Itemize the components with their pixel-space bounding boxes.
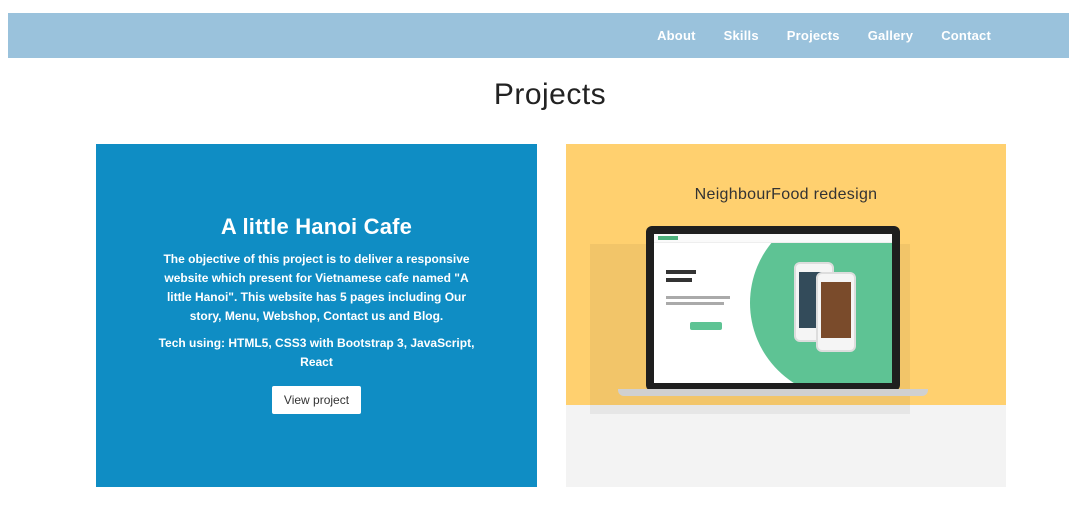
nav-link-contact[interactable]: Contact bbox=[927, 28, 1005, 43]
project-card-neighbourfood[interactable]: NeighbourFood redesign bbox=[566, 144, 1006, 487]
nav-link-about[interactable]: About bbox=[643, 28, 710, 43]
phone-screen bbox=[821, 282, 851, 338]
preview-header bbox=[654, 234, 892, 243]
portfolio-page: About Skills Projects Gallery Contact Pr… bbox=[0, 0, 1076, 517]
laptop-base bbox=[618, 389, 928, 396]
nav-link-gallery[interactable]: Gallery bbox=[854, 28, 928, 43]
project-description: The objective of this project is to deli… bbox=[163, 252, 470, 323]
preview-logo bbox=[658, 236, 678, 240]
laptop-mockup-icon bbox=[590, 226, 938, 426]
preview-headline-line bbox=[666, 278, 692, 282]
phone-mockup-icon bbox=[816, 272, 856, 352]
nav-links: About Skills Projects Gallery Contact bbox=[643, 13, 1005, 58]
laptop-screen bbox=[646, 226, 900, 391]
view-project-button[interactable]: View project bbox=[271, 386, 362, 414]
preview-body-line bbox=[666, 296, 730, 299]
projects-heading: Projects bbox=[493, 78, 607, 111]
project-title: A little Hanoi Cafe bbox=[220, 214, 413, 239]
nav-link-projects[interactable]: Projects bbox=[773, 28, 854, 43]
project-title: NeighbourFood redesign bbox=[694, 186, 878, 203]
top-navbar: About Skills Projects Gallery Contact bbox=[8, 13, 1069, 58]
project-card-hanoi-cafe: A little Hanoi Cafe The objective of thi… bbox=[96, 144, 537, 487]
preview-body-line bbox=[666, 302, 724, 305]
preview-headline-line bbox=[666, 270, 696, 274]
project-tech: Tech using: HTML5, CSS3 with Bootstrap 3… bbox=[158, 336, 475, 369]
preview-button bbox=[690, 322, 722, 330]
website-preview bbox=[654, 234, 892, 383]
nav-link-skills[interactable]: Skills bbox=[710, 28, 773, 43]
